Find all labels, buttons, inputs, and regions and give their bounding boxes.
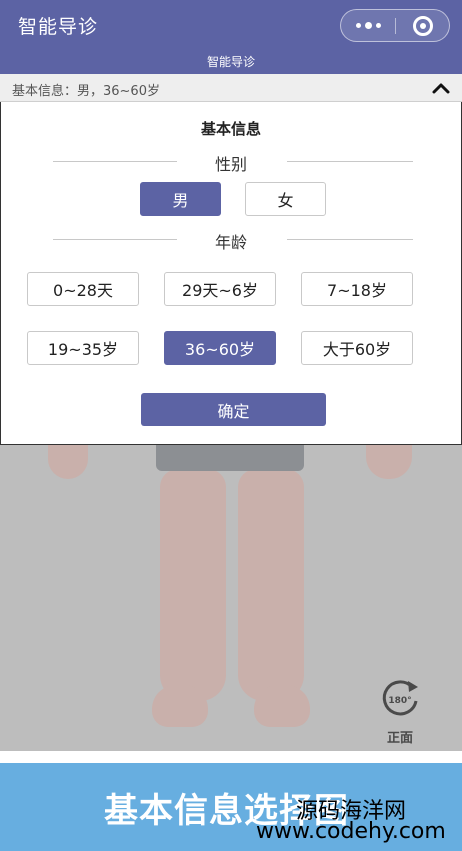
more-menu-icon[interactable] bbox=[341, 10, 395, 41]
body-left-foot[interactable] bbox=[152, 685, 208, 727]
age-option-36-60-years[interactable]: 36~60岁 bbox=[164, 331, 276, 365]
divider-line bbox=[287, 161, 413, 162]
age-option-7-18-years[interactable]: 7~18岁 bbox=[301, 272, 413, 306]
body-left-hand bbox=[48, 445, 88, 479]
gender-option-male[interactable]: 男 bbox=[140, 182, 221, 216]
basic-info-summary-text: 基本信息：男，36~60岁 bbox=[12, 84, 160, 99]
caption-banner: 基本信息选择图 源码海洋网 www.codehy.com bbox=[0, 763, 462, 851]
mini-program-capsule bbox=[340, 9, 450, 42]
close-program-icon[interactable] bbox=[396, 10, 450, 41]
body-right-hand bbox=[366, 445, 412, 479]
age-option-0-28-days[interactable]: 0~28天 bbox=[27, 272, 139, 306]
app-header: 智能导诊 智能导诊 bbox=[0, 0, 462, 74]
chevron-up-icon[interactable] bbox=[431, 80, 451, 96]
app-title: 智能导诊 bbox=[18, 16, 99, 38]
body-right-leg[interactable] bbox=[238, 469, 304, 701]
page-subtitle: 智能导诊 bbox=[206, 55, 255, 69]
age-option-19-35-years[interactable]: 19~35岁 bbox=[27, 331, 139, 365]
spacer bbox=[0, 751, 462, 763]
body-shorts bbox=[156, 445, 304, 471]
divider-line bbox=[287, 239, 413, 240]
basic-info-summary-bar[interactable]: 基本信息：男，36~60岁 bbox=[0, 74, 462, 102]
basic-info-panel: 基本信息 性别 男 女 年龄 0~28天 29天~6岁 7~18岁 19~35岁… bbox=[0, 102, 462, 445]
age-option-29-days-6-years[interactable]: 29天~6岁 bbox=[164, 272, 276, 306]
age-option-over-60[interactable]: 大于60岁 bbox=[301, 331, 413, 365]
view-side-label: 正面 bbox=[386, 731, 413, 746]
rotate-degrees-text: 180° bbox=[388, 696, 411, 706]
body-left-leg[interactable] bbox=[160, 469, 226, 701]
gender-section-label: 性别 bbox=[214, 155, 247, 174]
body-model-view[interactable]: 180° 正面 bbox=[0, 445, 462, 751]
body-right-foot[interactable] bbox=[254, 685, 310, 727]
age-section-label: 年龄 bbox=[214, 233, 247, 252]
rotate-view-button[interactable]: 180° 正面 bbox=[372, 677, 428, 746]
gender-option-female[interactable]: 女 bbox=[245, 182, 326, 216]
panel-title: 基本信息 bbox=[200, 120, 261, 138]
watermark-url: www.codehy.com bbox=[256, 819, 446, 844]
confirm-button[interactable]: 确定 bbox=[141, 393, 326, 426]
rotate-180-icon: 180° bbox=[382, 680, 418, 716]
